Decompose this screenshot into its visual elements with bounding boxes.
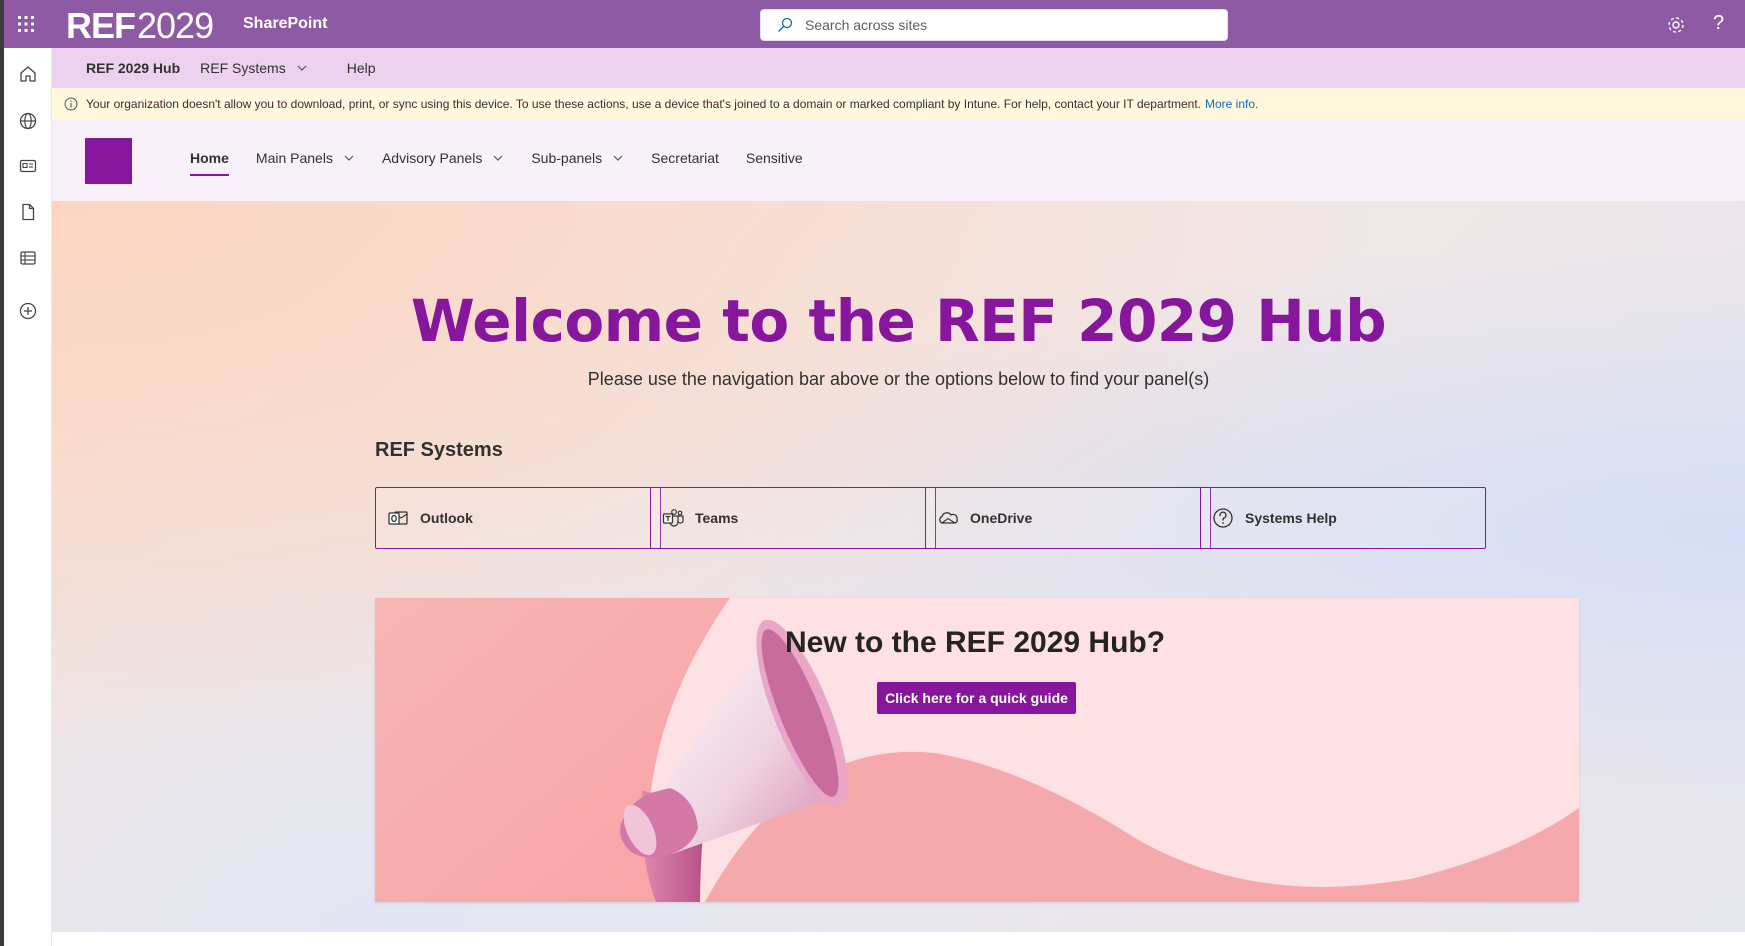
hub-nav-ref-systems[interactable]: REF Systems: [200, 60, 308, 76]
home-icon[interactable]: [18, 64, 38, 84]
page-canvas: Welcome to the REF 2029 Hub Please use t…: [52, 201, 1745, 932]
nav-label: Advisory Panels: [381, 150, 483, 166]
outlook-icon: [388, 511, 408, 525]
search-box[interactable]: [760, 9, 1228, 41]
quick-guide-banner: New to the REF 2029 Hub? Click here for …: [375, 598, 1579, 902]
chevron-down-icon: [344, 155, 354, 161]
site-logo[interactable]: [85, 138, 132, 184]
page-footer-strip: [52, 932, 1745, 946]
brand-year: 2029: [137, 5, 214, 46]
systems-help-button[interactable]: Systems Help: [1200, 487, 1486, 549]
nav-label: Sub-panels: [531, 150, 603, 166]
button-label: Systems Help: [1245, 510, 1337, 526]
button-label: OneDrive: [970, 510, 1033, 526]
outlook-button[interactable]: Outlook: [375, 487, 661, 549]
nav-main-panels[interactable]: Main Panels: [256, 150, 355, 166]
more-info-link[interactable]: More info.: [1205, 97, 1258, 111]
globe-icon[interactable]: [18, 111, 38, 131]
hub-title[interactable]: REF 2029 Hub: [86, 60, 180, 76]
help-icon[interactable]: ?: [1713, 12, 1724, 35]
app-launcher-icon[interactable]: [16, 14, 36, 34]
chevron-down-icon: [613, 155, 623, 161]
search-icon: [777, 17, 793, 33]
hub-nav-label: REF Systems: [200, 60, 286, 76]
site-header: Home Main Panels Advisory Panels Sub-pan…: [52, 120, 1745, 201]
app-name[interactable]: SharePoint: [243, 15, 327, 33]
button-label: Outlook: [420, 510, 473, 526]
page-subtitle: Please use the navigation bar above or t…: [587, 369, 1210, 389]
nav-sensitive[interactable]: Sensitive: [746, 150, 803, 166]
onedrive-button[interactable]: OneDrive: [925, 487, 1211, 549]
chevron-down-icon: [493, 155, 503, 161]
nav-advisory-panels[interactable]: Advisory Panels: [382, 150, 504, 166]
nav-home[interactable]: Home: [190, 150, 229, 176]
hub-nav-help[interactable]: Help: [347, 60, 376, 76]
org-logo[interactable]: REF 2029: [66, 5, 214, 46]
nav-secretariat[interactable]: Secretariat: [651, 150, 719, 166]
chevron-down-icon: [297, 65, 307, 71]
nav-sub-panels[interactable]: Sub-panels: [531, 150, 624, 166]
site-navigation: Home Main Panels Advisory Panels Sub-pan…: [190, 150, 830, 176]
teams-button[interactable]: Teams: [650, 487, 936, 549]
hub-nav-bar: REF 2029 Hub REF Systems Help: [52, 48, 1745, 88]
compliance-notice-bar: Your organization doesn't allow you to d…: [52, 88, 1745, 120]
onedrive-icon: [939, 512, 958, 524]
systems-heading: REF Systems: [375, 439, 503, 461]
info-icon: [64, 97, 78, 111]
nav-label: Main Panels: [255, 150, 333, 166]
page-title: Welcome to the REF 2029 Hub: [410, 287, 1387, 355]
quick-guide-button[interactable]: Click here for a quick guide: [877, 682, 1076, 714]
document-icon[interactable]: [18, 202, 38, 222]
help-circle-icon: [1213, 508, 1233, 528]
teams-icon: [662, 509, 684, 527]
brand-ref: REF: [66, 5, 136, 46]
notice-text: Your organization doesn't allow you to d…: [86, 97, 1201, 111]
add-icon[interactable]: [18, 301, 38, 321]
search-input[interactable]: [805, 17, 1205, 33]
settings-gear-icon[interactable]: [1666, 15, 1686, 35]
button-label: Teams: [695, 510, 739, 526]
banner-title: New to the REF 2029 Hub?: [785, 626, 1166, 659]
news-icon[interactable]: [18, 156, 38, 176]
app-bar: [4, 48, 52, 946]
list-icon[interactable]: [18, 248, 38, 268]
